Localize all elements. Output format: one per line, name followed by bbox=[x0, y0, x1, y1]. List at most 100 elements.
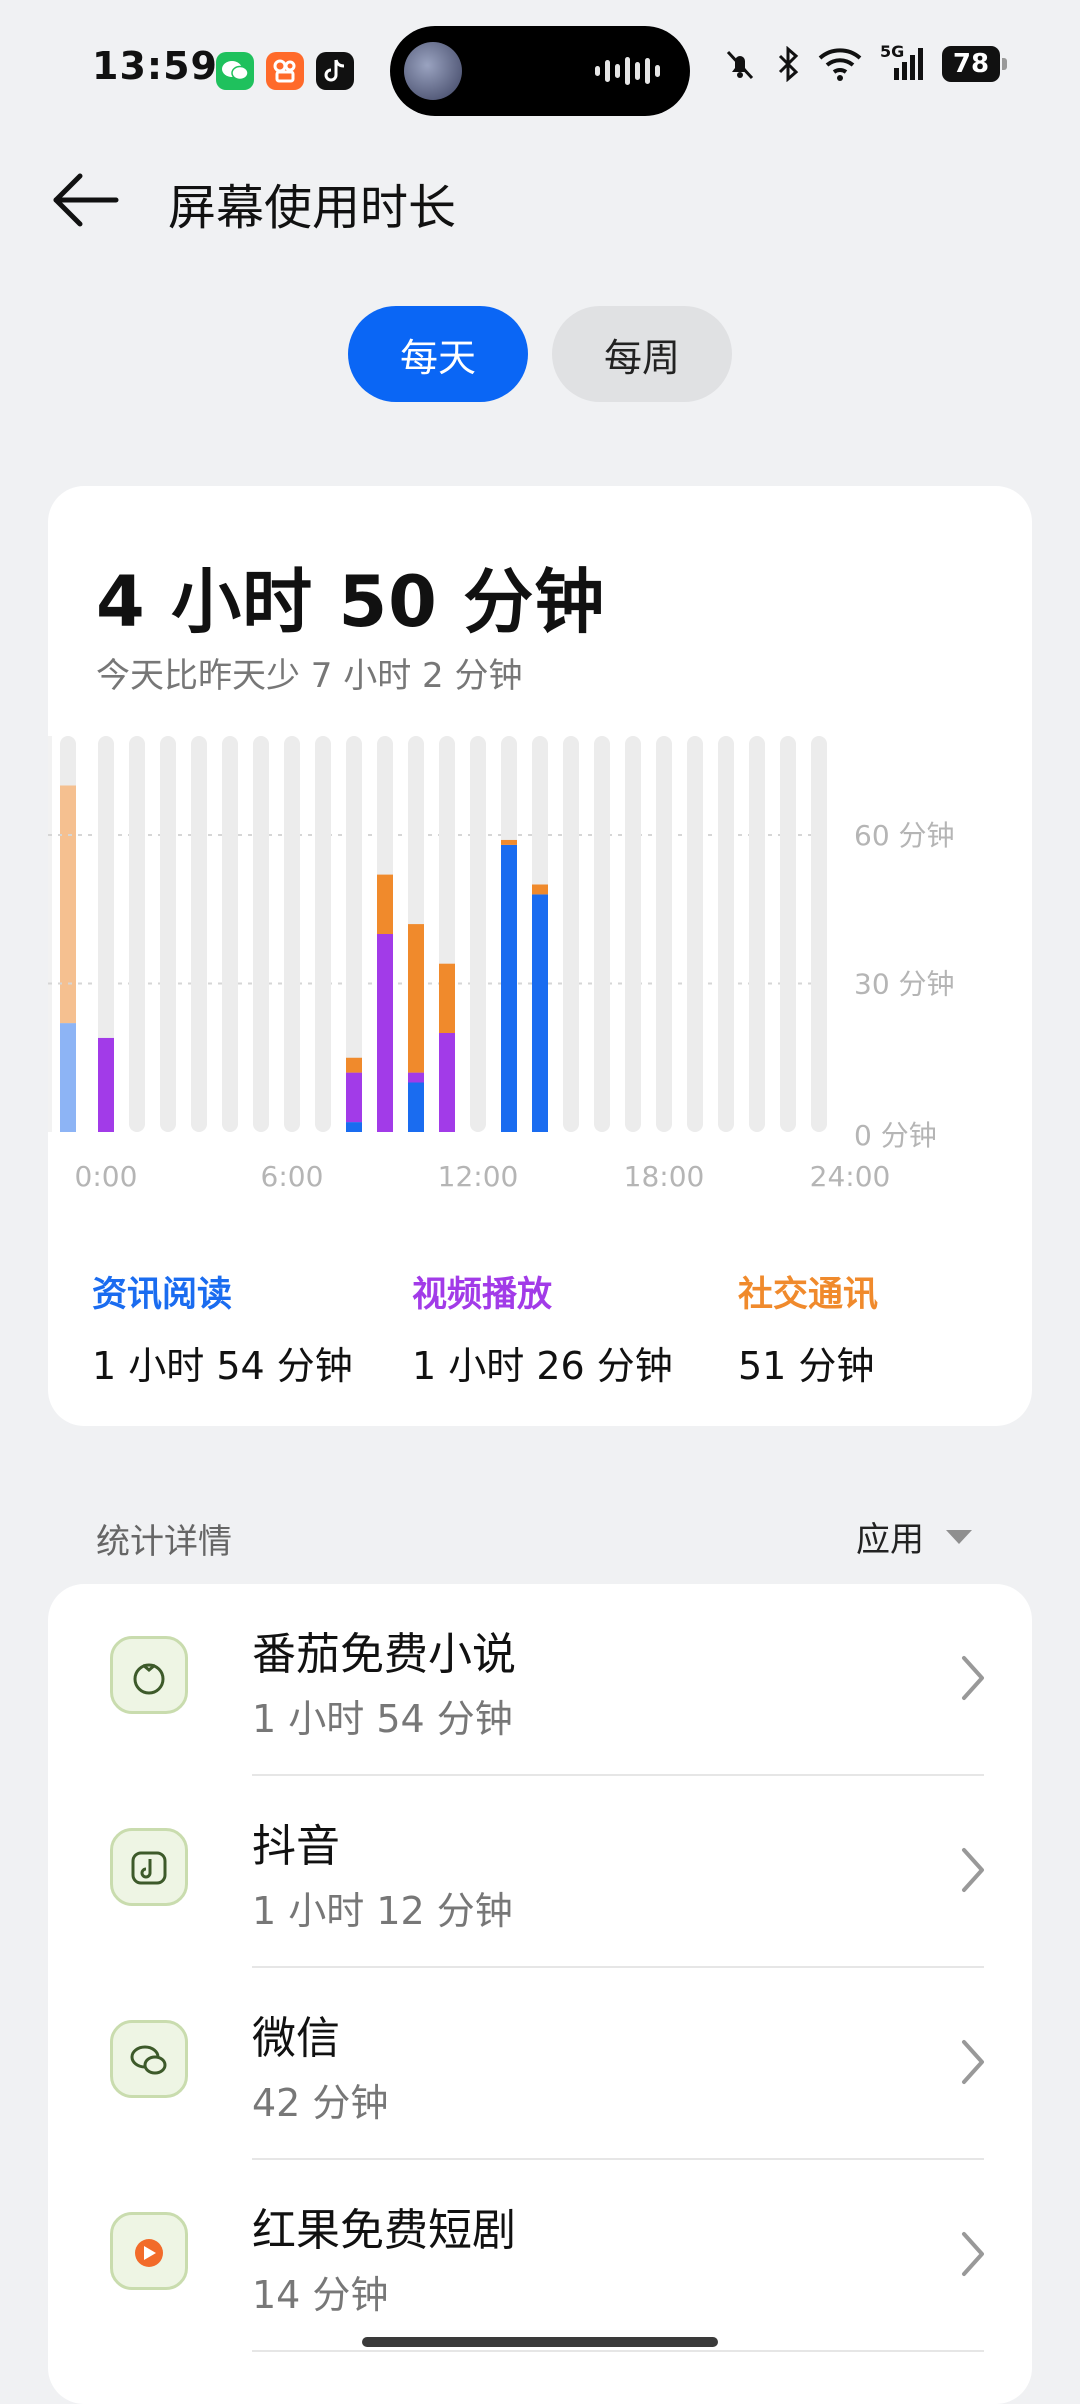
chart-bar-segment bbox=[346, 1122, 362, 1132]
app-name: 微信 bbox=[252, 2013, 340, 2064]
total-usage-time: 4 小时 50 分钟 bbox=[96, 561, 606, 643]
chart-bar-track bbox=[470, 736, 486, 1132]
chart-bar-track bbox=[687, 736, 703, 1132]
chart-bar-segment bbox=[439, 963, 455, 1033]
chevron-right-icon bbox=[962, 1848, 984, 1892]
chart-bar-track bbox=[718, 736, 734, 1132]
chart-bar-track bbox=[284, 736, 300, 1132]
divider bbox=[252, 2350, 984, 2352]
details-title: 统计详情 bbox=[96, 1522, 232, 1562]
legend-label: 视频播放 bbox=[412, 1275, 553, 1315]
chart-bar-segment bbox=[532, 884, 548, 895]
chevron-right-icon bbox=[962, 1656, 984, 1700]
cellular-signal-icon: 5G bbox=[880, 42, 924, 82]
status-bar: 13:59 5G 78 bbox=[0, 0, 1080, 140]
page-title: 屏幕使用时长 bbox=[168, 180, 457, 236]
chart-bar-segment bbox=[60, 1023, 76, 1132]
usage-summary-card: 4 小时 50 分钟 今天比昨天少 7 小时 2 分钟 0 分钟 30 分钟 60 … bbox=[48, 486, 1032, 1426]
tab-daily[interactable]: 每天 bbox=[348, 306, 528, 402]
wechat-app-icon bbox=[110, 2020, 188, 2098]
douyin-app-icon bbox=[110, 1828, 188, 1906]
chart-bar-segment bbox=[408, 1072, 424, 1083]
system-icons: 5G 78 bbox=[722, 42, 1007, 82]
chart-x-tick-label: 24:00 bbox=[810, 1160, 891, 1193]
list-item[interactable]: 红果免费短剧 14 分钟 bbox=[48, 2160, 1032, 2352]
chart-y-tick-label: 30 分钟 bbox=[854, 968, 955, 1001]
chart-bar-segment bbox=[377, 934, 393, 1132]
sort-dropdown[interactable]: 应用 bbox=[856, 1512, 972, 1561]
notification-icons bbox=[216, 52, 354, 90]
legend-value: 1 小时 26 分钟 bbox=[412, 1344, 673, 1388]
chart-bar-segment bbox=[501, 839, 517, 845]
chart-bar-track bbox=[780, 736, 796, 1132]
chart-bar-segment bbox=[408, 924, 424, 1073]
chart-bar-segment bbox=[98, 1037, 114, 1132]
chart-bar-track bbox=[253, 736, 269, 1132]
hongguo-drama-icon bbox=[110, 2212, 188, 2290]
legend-label: 社交通讯 bbox=[738, 1275, 879, 1315]
legend-value: 1 小时 54 分钟 bbox=[92, 1344, 353, 1388]
chevron-right-icon bbox=[962, 2040, 984, 2084]
app-name: 番茄免费小说 bbox=[252, 1629, 516, 1680]
dropdown-triangle-icon bbox=[946, 1529, 972, 1544]
app-name: 红果免费短剧 bbox=[252, 2205, 516, 2256]
media-avatar bbox=[404, 42, 462, 100]
chart-x-tick-label: 18:00 bbox=[624, 1160, 705, 1193]
chart-bar-segment bbox=[60, 785, 76, 1024]
tomato-novel-icon bbox=[110, 1636, 188, 1714]
chart-bar-segment bbox=[408, 1082, 424, 1132]
chart-bar-track bbox=[656, 736, 672, 1132]
douyin-icon bbox=[316, 52, 354, 90]
chart-bar-track bbox=[811, 736, 827, 1132]
chart-bar-track bbox=[315, 736, 331, 1132]
legend-label: 资讯阅读 bbox=[92, 1275, 233, 1315]
chart-bar-track bbox=[129, 736, 145, 1132]
sort-label: 应用 bbox=[856, 1520, 924, 1560]
kuaishou-icon bbox=[266, 52, 304, 90]
chart-x-tick-label: 12:00 bbox=[438, 1160, 519, 1193]
app-usage-time: 42 分钟 bbox=[252, 2081, 389, 2125]
list-item[interactable]: 微信 42 分钟 bbox=[48, 1968, 1032, 2160]
dynamic-island[interactable] bbox=[390, 26, 690, 116]
chevron-right-icon bbox=[962, 2232, 984, 2276]
legend-value: 51 分钟 bbox=[738, 1344, 875, 1388]
legend-news: 资讯阅读 1 小时 54 分钟 bbox=[92, 1266, 353, 1390]
chart-bar-segment bbox=[377, 874, 393, 934]
mute-bell-icon bbox=[726, 50, 754, 80]
comparison-text: 今天比昨天少 7 小时 2 分钟 bbox=[96, 656, 523, 696]
chart-y-tick-label: 60 分钟 bbox=[854, 819, 955, 852]
app-usage-time: 14 分钟 bbox=[252, 2273, 389, 2317]
status-time: 13:59 bbox=[92, 44, 218, 88]
app-usage-time: 1 小时 12 分钟 bbox=[252, 1889, 513, 1933]
list-item[interactable]: 抖音 1 小时 12 分钟 bbox=[48, 1776, 1032, 1968]
hourly-usage-chart[interactable]: 0 分钟 30 分钟 60 分钟 0:00 6:00 12:00 18:00 24:00 bbox=[48, 736, 1032, 1196]
chart-bar-track bbox=[48, 736, 52, 1132]
bluetooth-icon bbox=[778, 46, 799, 82]
chart-bar-segment bbox=[501, 844, 517, 1132]
chart-bar-segment bbox=[439, 1033, 455, 1132]
app-list-card: 番茄免费小说 1 小时 54 分钟 抖音 1 小时 12 分钟 微信 42 分钟… bbox=[48, 1584, 1032, 2404]
wifi-icon bbox=[818, 48, 862, 81]
legend-social: 社交通讯 51 分钟 bbox=[738, 1266, 878, 1390]
wechat-icon bbox=[216, 52, 254, 90]
chart-bar-segment bbox=[532, 894, 548, 1132]
list-item[interactable]: 番茄免费小说 1 小时 54 分钟 bbox=[48, 1584, 1032, 1776]
battery-indicator: 78 bbox=[942, 46, 1007, 82]
chart-bar-track bbox=[749, 736, 765, 1132]
audio-wave-icon bbox=[595, 56, 660, 86]
tab-weekly[interactable]: 每周 bbox=[552, 306, 732, 402]
chart-x-tick-label: 6:00 bbox=[261, 1160, 324, 1193]
back-arrow-icon[interactable] bbox=[50, 170, 120, 230]
app-usage-time: 1 小时 54 分钟 bbox=[252, 1697, 513, 1741]
chart-bar-track bbox=[222, 736, 238, 1132]
app-name: 抖音 bbox=[252, 1821, 340, 1872]
chart-bar-track bbox=[160, 736, 176, 1132]
home-indicator[interactable] bbox=[362, 2337, 718, 2347]
chart-bar-track bbox=[191, 736, 207, 1132]
chart-x-tick-label: 0:00 bbox=[75, 1160, 138, 1193]
chart-bar-track bbox=[594, 736, 610, 1132]
legend-video: 视频播放 1 小时 26 分钟 bbox=[412, 1266, 673, 1390]
chart-bar-segment bbox=[346, 1072, 362, 1123]
chart-y-tick-label: 0 分钟 bbox=[854, 1119, 937, 1152]
chart-bar-segment bbox=[346, 1057, 362, 1073]
